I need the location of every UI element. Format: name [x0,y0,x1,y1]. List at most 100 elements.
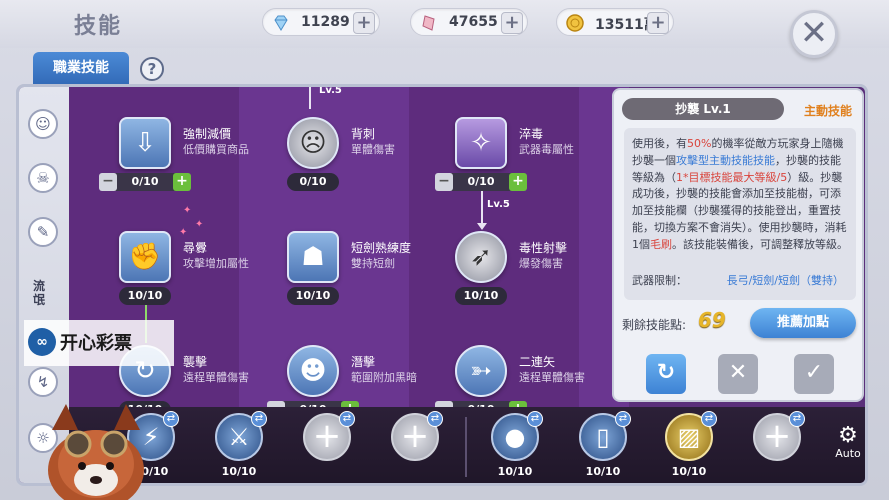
swap-icon[interactable]: ⇄ [527,411,543,427]
weapon-limit-label: 武器限制： [632,274,687,287]
skill-node[interactable]: ☹ 0/10 背刺 單體傷害 [263,117,433,207]
swap-icon[interactable]: ⇄ [339,411,355,427]
watermark-overlay: ∞ 开心彩票 [24,320,174,366]
skill-screen: 技能 11289 + 47655 + 13511萬 + ✕ 職業技能 ? ☺ ☠… [0,0,889,500]
skill-desc: 低價購買商品 [183,143,249,156]
watermark-logo-icon: ∞ [28,328,56,356]
page-title: 技能 [74,14,123,39]
crystal-icon [422,15,435,31]
slot-count: 10/10 [221,465,257,478]
currency-crystal: 47655 + [410,8,528,36]
skill-level: 10/10 [119,287,171,305]
skill-hotbar: ⚡ ⇄ 10/10 ⚔ ⇄ 10/10 + ⇄ + ⇄ ● ⇄ 10/10 ▯ ⇄ 10/10 ▨ ⇄… [69,407,865,483]
skill-desc: 攻擊增加屬性 [183,257,249,270]
skill-name: 毒性射擊 [519,241,568,255]
skill-name: 短劍熟練度 [351,241,412,255]
skill-name: 強制減價 [183,127,232,141]
dagger-mastery-icon: ☗ [287,231,339,283]
watermark-text: 开心彩票 [60,333,132,354]
slot-count: 10/10 [585,465,621,478]
skill-desc: 爆發傷害 [519,257,563,270]
hotbar-slot[interactable]: + ⇄ [385,411,445,483]
minus-button[interactable]: − [435,173,453,191]
hotbar-slot[interactable]: ▯ ⇄ 10/10 [573,411,633,483]
diamond-amount: 11289 [301,14,350,30]
skill-level: −0/10+ [99,173,191,191]
red-panda-avatar [48,404,144,500]
hotbar-slot[interactable]: ⚔ ⇄ 10/10 [209,411,269,483]
skill-points-value: 69 [698,308,726,332]
diamond-icon [274,15,288,31]
skill-node[interactable]: ⇩ −0/10 + 強制減價 低價購買商品 [95,117,265,207]
class-icon-1[interactable]: ☺ [28,109,58,139]
skill-level: 10/10 [287,287,339,305]
class-icon-4[interactable]: ↯ [28,367,58,397]
x-icon[interactable]: ✕ [718,354,758,394]
refresh-icon[interactable]: ↻ [646,354,686,394]
skill-node[interactable]: ✊ 10/10 尋釁 攻擊增加屬性 [95,231,265,321]
sparkle: ✦ [195,219,204,230]
swap-icon[interactable]: ⇄ [163,411,179,427]
swap-icon[interactable]: ⇄ [789,411,805,427]
crystal-amount: 47655 [449,14,498,30]
add-crystal-button[interactable]: + [501,12,523,34]
sneak-icon: ☻ [287,345,339,397]
skill-node[interactable]: ➶ 10/10 毒性射擊 爆發傷害 [431,231,601,321]
fist-icon: ✊ [119,231,171,283]
skill-desc: 單體傷害 [351,143,395,156]
swap-icon[interactable]: ⇄ [427,411,443,427]
minus-button[interactable]: − [99,173,117,191]
add-diamond-button[interactable]: + [353,12,375,34]
check-icon[interactable]: ✓ [794,354,834,394]
detail-title: 抄襲 Lv.1 [622,98,784,120]
help-icon[interactable]: ? [140,57,164,81]
swap-icon[interactable]: ⇄ [701,411,717,427]
class-icon-2[interactable]: ☠ [28,163,58,193]
coin-icon [566,14,584,32]
class-icon-3[interactable]: ✎ [28,217,58,247]
class-label: 流氓 [33,279,46,307]
skill-level: 10/10 [455,287,507,305]
skill-name: 二連矢 [519,355,556,369]
poison-shot-icon: ➶ [455,231,507,283]
skill-detail-panel: 抄襲 Lv.1 主動技能 使用後，有50%的機率從敵方玩家身上隨機抄襲一個攻擊型… [612,88,864,402]
arrow-head [477,223,487,230]
double-arrow-icon: ➳ [455,345,507,397]
skill-points-label: 剩餘技能點: [622,318,687,332]
auto-label: Auto [835,447,861,460]
auto-button[interactable]: ⚙ Auto [833,423,863,461]
plus-button[interactable]: + [173,173,191,191]
skill-name: 淬毒 [519,127,544,141]
add-coin-button[interactable]: + [647,12,669,34]
recommend-button[interactable]: 推薦加點 [750,308,856,338]
close-button[interactable]: ✕ [790,10,838,58]
skill-node[interactable]: ☗ 10/10 短劍熟練度 雙持短劍 [263,231,433,321]
swap-icon[interactable]: ⇄ [251,411,267,427]
skill-type: 主動技能 [803,104,852,118]
tab-job-skills[interactable]: 職業技能 [33,52,129,84]
currency-coin: 13511萬 + [556,8,674,36]
skill-level: 0/10 [287,173,339,191]
skill-desc: 範圍附加黑暗 [351,371,417,384]
hotbar-slot[interactable]: ▨ ⇄ 10/10 [659,411,719,483]
plus-button[interactable]: + [509,173,527,191]
hotbar-slot[interactable]: + ⇄ [297,411,357,483]
bag-icon: ⇩ [119,117,171,169]
skill-name: 背刺 [351,127,376,141]
skill-node[interactable]: ✧ −0/10 + 淬毒 武器毒屬性 [431,117,601,207]
skill-name: 潛擊 [351,355,376,369]
hotbar-divider [465,417,467,477]
skill-level: −0/10+ [435,173,527,191]
poison-icon: ✧ [455,117,507,169]
hotbar-slot[interactable]: + ⇄ [747,411,807,483]
gear-icon: ⚙ [838,423,858,448]
top-bar: 技能 11289 + 47655 + 13511萬 + ✕ [0,0,889,58]
backstab-icon: ☹ [287,117,339,169]
skill-desc: 雙持短劍 [351,257,395,270]
weapon-limit-value: 長弓/短劍/短劍（雙持） [726,274,844,287]
hotbar-slot[interactable]: ● ⇄ 10/10 [485,411,545,483]
skill-name: 尋釁 [183,241,208,255]
skill-desc: 遠程單體傷害 [519,371,585,384]
skill-desc: 遠程單體傷害 [183,371,249,384]
swap-icon[interactable]: ⇄ [615,411,631,427]
